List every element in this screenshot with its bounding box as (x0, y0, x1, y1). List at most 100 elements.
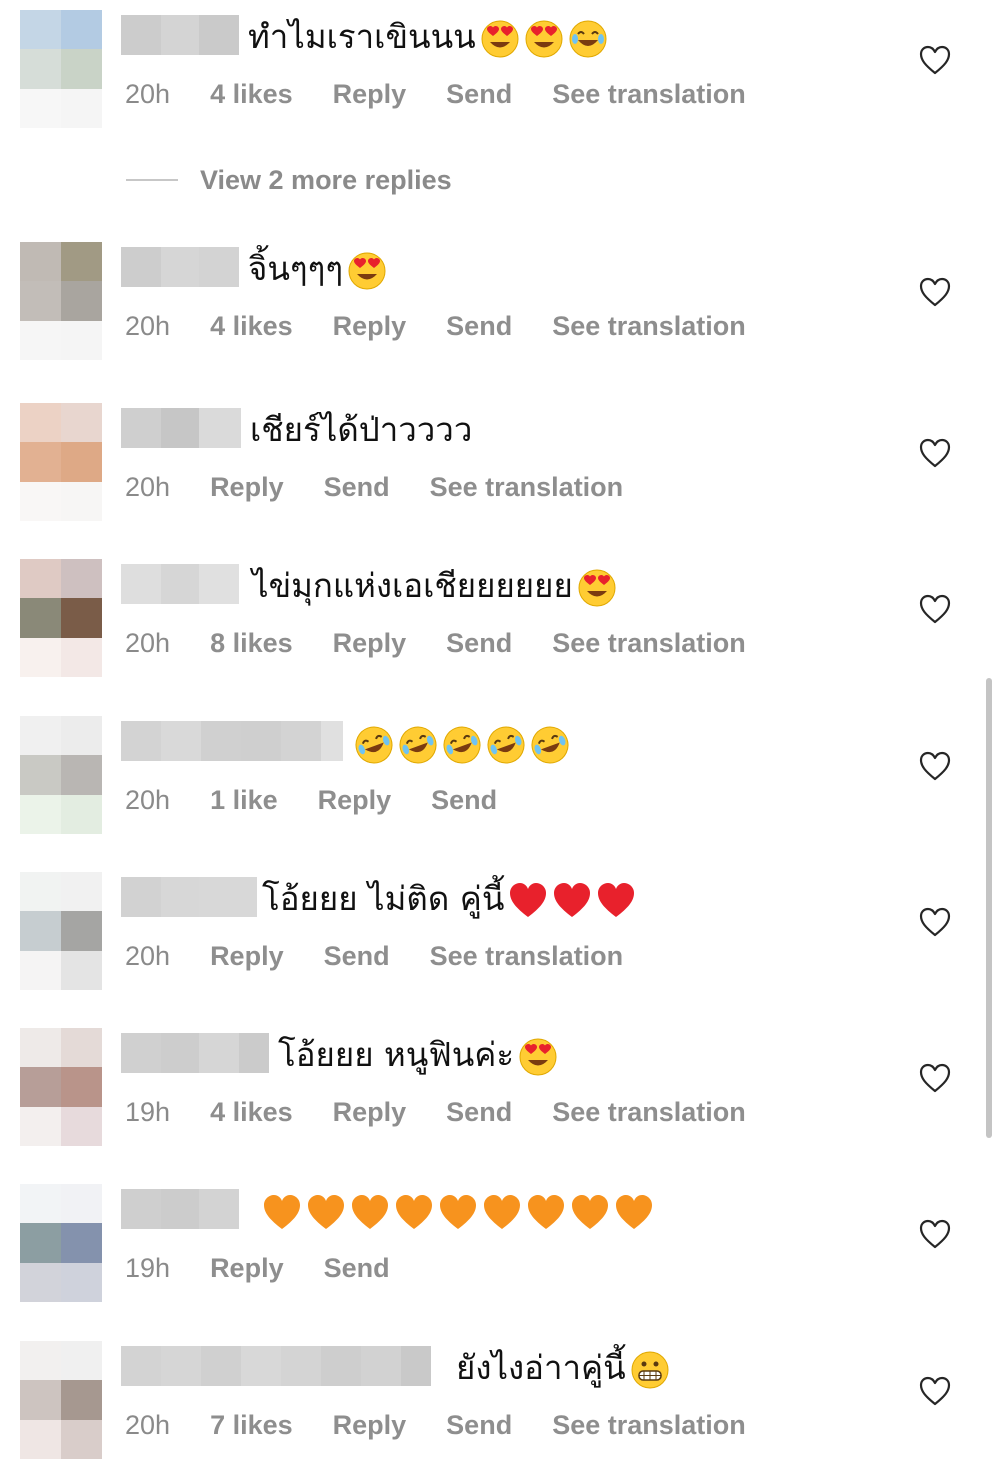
send-button[interactable]: Send (446, 79, 512, 110)
username-blurred[interactable] (121, 564, 239, 604)
send-button[interactable]: Send (324, 1253, 390, 1284)
see-translation-button[interactable]: See translation (552, 79, 746, 110)
like-heart-icon[interactable] (918, 276, 952, 308)
comment-row: 20h 1 like Reply Send (0, 716, 1000, 846)
username-blur-block (239, 1033, 269, 1073)
send-button[interactable]: Send (446, 1410, 512, 1441)
view-more-replies[interactable]: View 2 more replies (126, 160, 452, 200)
likes-count[interactable]: 1 like (210, 785, 278, 816)
username-blurred[interactable] (121, 721, 343, 761)
comment-meta: 19h 4 likes Reply Send See translation (125, 1092, 786, 1132)
username-blur-block (161, 564, 199, 604)
avatar-pixel (20, 637, 61, 677)
username-blurred[interactable] (121, 1346, 431, 1386)
avatar[interactable] (20, 242, 102, 360)
comment-time: 19h (125, 1252, 171, 1283)
likes-count[interactable]: 7 likes (210, 1410, 293, 1441)
username-blurred[interactable] (121, 408, 241, 448)
avatar-pixel (61, 320, 102, 360)
send-button[interactable]: Send (446, 1097, 512, 1128)
like-heart-icon[interactable] (918, 593, 952, 625)
like-heart-icon[interactable] (918, 437, 952, 469)
username-blur-block (281, 721, 321, 761)
username-blurred[interactable] (121, 15, 239, 55)
avatar[interactable] (20, 716, 102, 834)
comment-body: โอ้ยยย ไม่ติด คู่นี้ (262, 879, 505, 918)
comment-time: 20h (125, 940, 171, 971)
see-translation-button[interactable]: See translation (552, 628, 746, 659)
send-button[interactable]: Send (431, 785, 497, 816)
username-blur-block (161, 721, 201, 761)
like-heart-icon[interactable] (918, 1375, 952, 1407)
scrollbar[interactable] (986, 678, 992, 1138)
send-button[interactable]: Send (446, 628, 512, 659)
username-blurred[interactable] (121, 1033, 269, 1073)
see-translation-button[interactable]: See translation (552, 1097, 746, 1128)
avatar[interactable] (20, 1184, 102, 1302)
comment-meta: 20h 1 like Reply Send (125, 780, 537, 820)
send-button[interactable]: Send (446, 311, 512, 342)
comment-row: โอ้ยยย ไม่ติด คู่นี้ 20h Reply Send See tran… (0, 872, 1000, 1002)
username-blurred[interactable] (121, 1189, 239, 1229)
avatar[interactable] (20, 559, 102, 677)
avatar-pixel (20, 1380, 61, 1420)
rofl-emoji-icon (355, 726, 393, 763)
likes-count[interactable]: 4 likes (210, 1097, 293, 1128)
comment-body: จิ้นๆๆๆ (248, 249, 344, 288)
avatar[interactable] (20, 10, 102, 128)
username-blur-block (199, 1033, 239, 1073)
reply-button[interactable]: Reply (333, 79, 407, 110)
avatar[interactable] (20, 403, 102, 521)
like-heart-icon[interactable] (918, 1062, 952, 1094)
like-heart-icon[interactable] (918, 44, 952, 76)
comment-meta: 20h Reply Send See translation (125, 936, 663, 976)
username-blur-block (281, 1346, 321, 1386)
reply-button[interactable]: Reply (210, 1253, 284, 1284)
username-blur-block (161, 877, 199, 917)
reply-button[interactable]: Reply (333, 1097, 407, 1128)
comment-text: จิ้นๆๆๆ (248, 242, 387, 296)
avatar[interactable] (20, 872, 102, 990)
comment-meta: 20h Reply Send See translation (125, 467, 663, 507)
reply-button[interactable]: Reply (318, 785, 392, 816)
see-translation-button[interactable]: See translation (430, 941, 624, 972)
see-translation-button[interactable]: See translation (552, 311, 746, 342)
comment-meta: 20h 4 likes Reply Send See translation (125, 74, 786, 114)
avatar-pixel (61, 637, 102, 677)
like-heart-icon[interactable] (918, 1218, 952, 1250)
reply-button[interactable]: Reply (333, 311, 407, 342)
orange-heart-emoji-icon (484, 1194, 520, 1229)
likes-count[interactable]: 8 likes (210, 628, 293, 659)
username-blurred[interactable] (121, 877, 257, 917)
reply-button[interactable]: Reply (333, 1410, 407, 1441)
view-more-divider (126, 179, 178, 181)
avatar-pixel (20, 794, 61, 834)
red-heart-emoji-icon (554, 882, 591, 917)
comment-row: จิ้นๆๆๆ 20h 4 likes Reply Send See translatio… (0, 242, 1000, 372)
comment-text: โอ้ยยย หนูฟินค่ะ (278, 1028, 558, 1082)
avatar-pixel (61, 1028, 102, 1068)
username-blur-block (201, 1346, 241, 1386)
like-heart-icon[interactable] (918, 750, 952, 782)
username-blur-block (121, 1033, 161, 1073)
avatar[interactable] (20, 1341, 102, 1459)
reply-button[interactable]: Reply (210, 941, 284, 972)
username-blur-block (161, 1346, 201, 1386)
send-button[interactable]: Send (324, 472, 390, 503)
avatar[interactable] (20, 1028, 102, 1146)
send-button[interactable]: Send (324, 941, 390, 972)
see-translation-button[interactable]: See translation (430, 472, 624, 503)
reply-button[interactable]: Reply (210, 472, 284, 503)
likes-count[interactable]: 4 likes (210, 79, 293, 110)
reply-button[interactable]: Reply (333, 628, 407, 659)
username-blur-block (161, 247, 199, 287)
see-translation-button[interactable]: See translation (552, 1410, 746, 1441)
avatar-pixel (20, 598, 61, 638)
likes-count[interactable]: 4 likes (210, 311, 293, 342)
avatar-pixel (61, 1380, 102, 1420)
username-blurred[interactable] (121, 247, 239, 287)
comment-meta: 20h 7 likes Reply Send See translation (125, 1405, 786, 1445)
like-heart-icon[interactable] (918, 906, 952, 938)
avatar-pixel (61, 559, 102, 599)
avatar-pixel (61, 1341, 102, 1381)
